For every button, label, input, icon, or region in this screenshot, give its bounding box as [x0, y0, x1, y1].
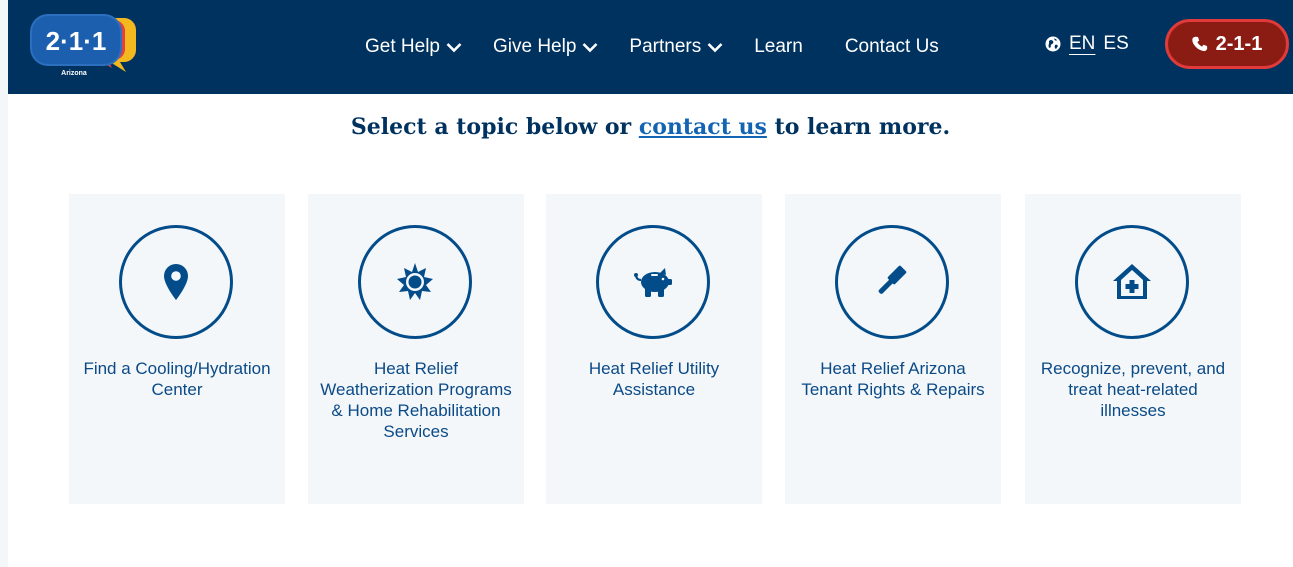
topic-card-label: Heat Relief Weatherization Programs & Ho…	[320, 359, 512, 441]
chevron-down-icon	[707, 42, 723, 52]
nav-give-help[interactable]: Give Help	[493, 36, 598, 58]
topic-card-weatherization[interactable]: Heat Relief Weatherization Programs & Ho…	[308, 194, 524, 504]
gavel-icon	[878, 265, 907, 294]
chevron-down-icon	[582, 42, 598, 52]
nav-give-help-label: Give Help	[492, 36, 577, 57]
headline-suffix: to learn more.	[766, 114, 951, 140]
nav-contact-us-label: Contact Us	[844, 36, 939, 57]
map-pin-icon	[164, 264, 188, 300]
page-headline: Select a topic below or contact us to le…	[8, 114, 1293, 140]
headline-prefix: Select a topic below or	[350, 114, 639, 140]
piggy-bank-icon	[634, 268, 672, 297]
call-211-label: 2-1-1	[1215, 32, 1263, 55]
topic-card-cooling-center[interactable]: Find a Cooling/Hydration Center	[69, 194, 285, 504]
nav-partners-label: Partners	[629, 36, 702, 57]
topic-icon-circle	[835, 225, 949, 339]
logo-speech-bubbles-icon: 2·1·1	[30, 14, 136, 72]
nav-learn[interactable]: Learn	[754, 36, 803, 58]
logo-region: Arizona	[61, 70, 87, 77]
nav-contact-us[interactable]: Contact Us	[845, 36, 939, 58]
topic-card-label: Heat Relief Arizona Tenant Rights & Repa…	[801, 359, 985, 399]
nav-get-help[interactable]: Get Help	[365, 36, 462, 58]
topic-card-heat-illness[interactable]: Recognize, prevent, and treat heat-relat…	[1025, 194, 1241, 504]
phone-icon	[1191, 36, 1207, 52]
sun-icon	[397, 263, 433, 300]
nav-partners[interactable]: Partners	[629, 36, 723, 58]
nav-learn-label: Learn	[754, 36, 803, 57]
contact-us-link[interactable]: contact us	[639, 114, 767, 140]
topic-icon-circle	[596, 225, 710, 339]
topic-card-label: Recognize, prevent, and treat heat-relat…	[1040, 359, 1226, 420]
nav-get-help-label: Get Help	[365, 36, 440, 57]
topic-icon-circle	[119, 225, 233, 339]
topic-icon-circle	[358, 225, 472, 339]
main-nav: Get Help Give Help Partners Learn Contac…	[365, 0, 970, 94]
topic-icon-circle	[1075, 225, 1189, 339]
topic-card-label: Heat Relief Utility Assistance	[588, 359, 720, 399]
site-logo[interactable]: 2·1·1 Arizona	[28, 12, 140, 78]
topic-card-tenant-rights[interactable]: Heat Relief Arizona Tenant Rights & Repa…	[785, 194, 1001, 504]
language-switcher: EN ES	[1045, 33, 1129, 55]
top-navbar: 2·1·1 Arizona Get Help Give Help Partner…	[8, 0, 1293, 94]
language-en-link[interactable]: EN	[1069, 33, 1095, 55]
logo-number: 2·1·1	[46, 26, 107, 56]
topic-card-label: Find a Cooling/Hydration Center	[83, 359, 271, 399]
topic-card-utility-assistance[interactable]: Heat Relief Utility Assistance	[546, 194, 762, 504]
call-211-button[interactable]: 2-1-1	[1165, 19, 1289, 69]
house-medical-icon	[1113, 264, 1151, 299]
language-es-link[interactable]: ES	[1103, 33, 1128, 55]
chevron-down-icon	[446, 42, 462, 52]
globe-icon	[1045, 36, 1061, 52]
